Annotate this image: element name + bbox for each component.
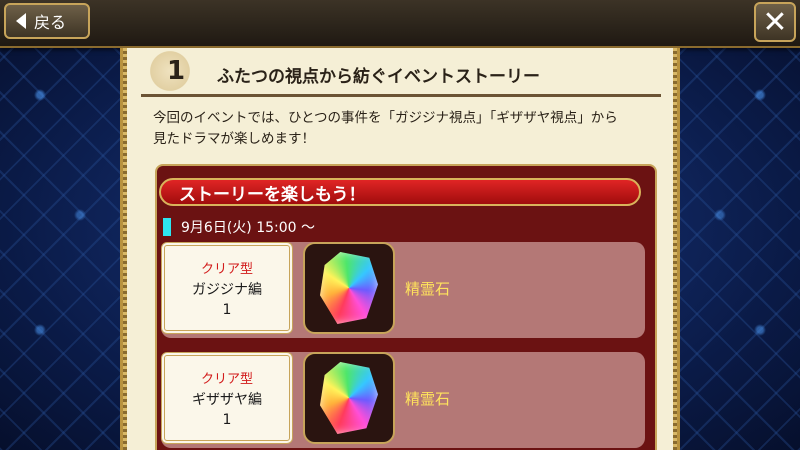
quest-name: ギザザヤ編	[192, 392, 262, 408]
description-line: 今回のイベントでは、ひとつの事件を「ガジジナ視点」「ギザザヤ視点」から	[153, 110, 618, 126]
reward-item-name: 精霊石	[405, 390, 451, 408]
reward-icon-frame[interactable]	[303, 242, 395, 334]
story-box: ストーリーを楽しもう！ 9月6日(火) 15:00 〜 クリア型 ガジジナ編 1…	[155, 164, 657, 450]
reward-row: クリア型 ギザザヤ編 1 精霊石	[161, 352, 645, 448]
close-icon: ✕	[762, 4, 788, 40]
quest-label-card: クリア型 ガジジナ編 1	[161, 242, 293, 334]
event-info-panel: 1 ふたつの視点から紡ぐイベントストーリー 今回のイベントでは、ひとつの事件を「…	[120, 48, 680, 450]
quest-type: クリア型	[200, 372, 253, 387]
section-number: 1	[167, 56, 186, 86]
section-description: 今回のイベントでは、ひとつの事件を「ガジジナ視点」「ギザザヤ視点」から 見たドラ…	[153, 108, 665, 150]
back-button[interactable]: 戻る	[4, 3, 90, 39]
quest-count: 1	[222, 412, 232, 428]
date-marker-icon	[163, 218, 171, 236]
reward-item-name: 精霊石	[405, 280, 451, 298]
date-row: 9月6日(火) 15:00 〜	[163, 218, 315, 236]
quest-count: 1	[222, 302, 232, 318]
rainbow-crystal-icon	[320, 362, 378, 434]
back-arrow-icon	[16, 13, 26, 29]
reward-row: クリア型 ガジジナ編 1 精霊石	[161, 242, 645, 338]
reward-icon-frame[interactable]	[303, 352, 395, 444]
back-label: 戻る	[34, 13, 67, 32]
quest-label-card: クリア型 ギザザヤ編 1	[161, 352, 293, 444]
top-bar: 戻る ✕	[0, 0, 800, 48]
section-title: ふたつの視点から紡ぐイベントストーリー	[217, 67, 540, 87]
story-banner: ストーリーを楽しもう！	[159, 178, 641, 206]
description-line: 見たドラマが楽しめます！	[153, 131, 315, 147]
event-date: 9月6日(火) 15:00 〜	[181, 220, 315, 236]
section-header: 1 ふたつの視点から紡ぐイベントストーリー	[141, 48, 661, 97]
rainbow-crystal-icon	[320, 252, 378, 324]
quest-name: ガジジナ編	[192, 282, 262, 298]
close-button[interactable]: ✕	[754, 2, 796, 42]
quest-type: クリア型	[200, 262, 253, 277]
